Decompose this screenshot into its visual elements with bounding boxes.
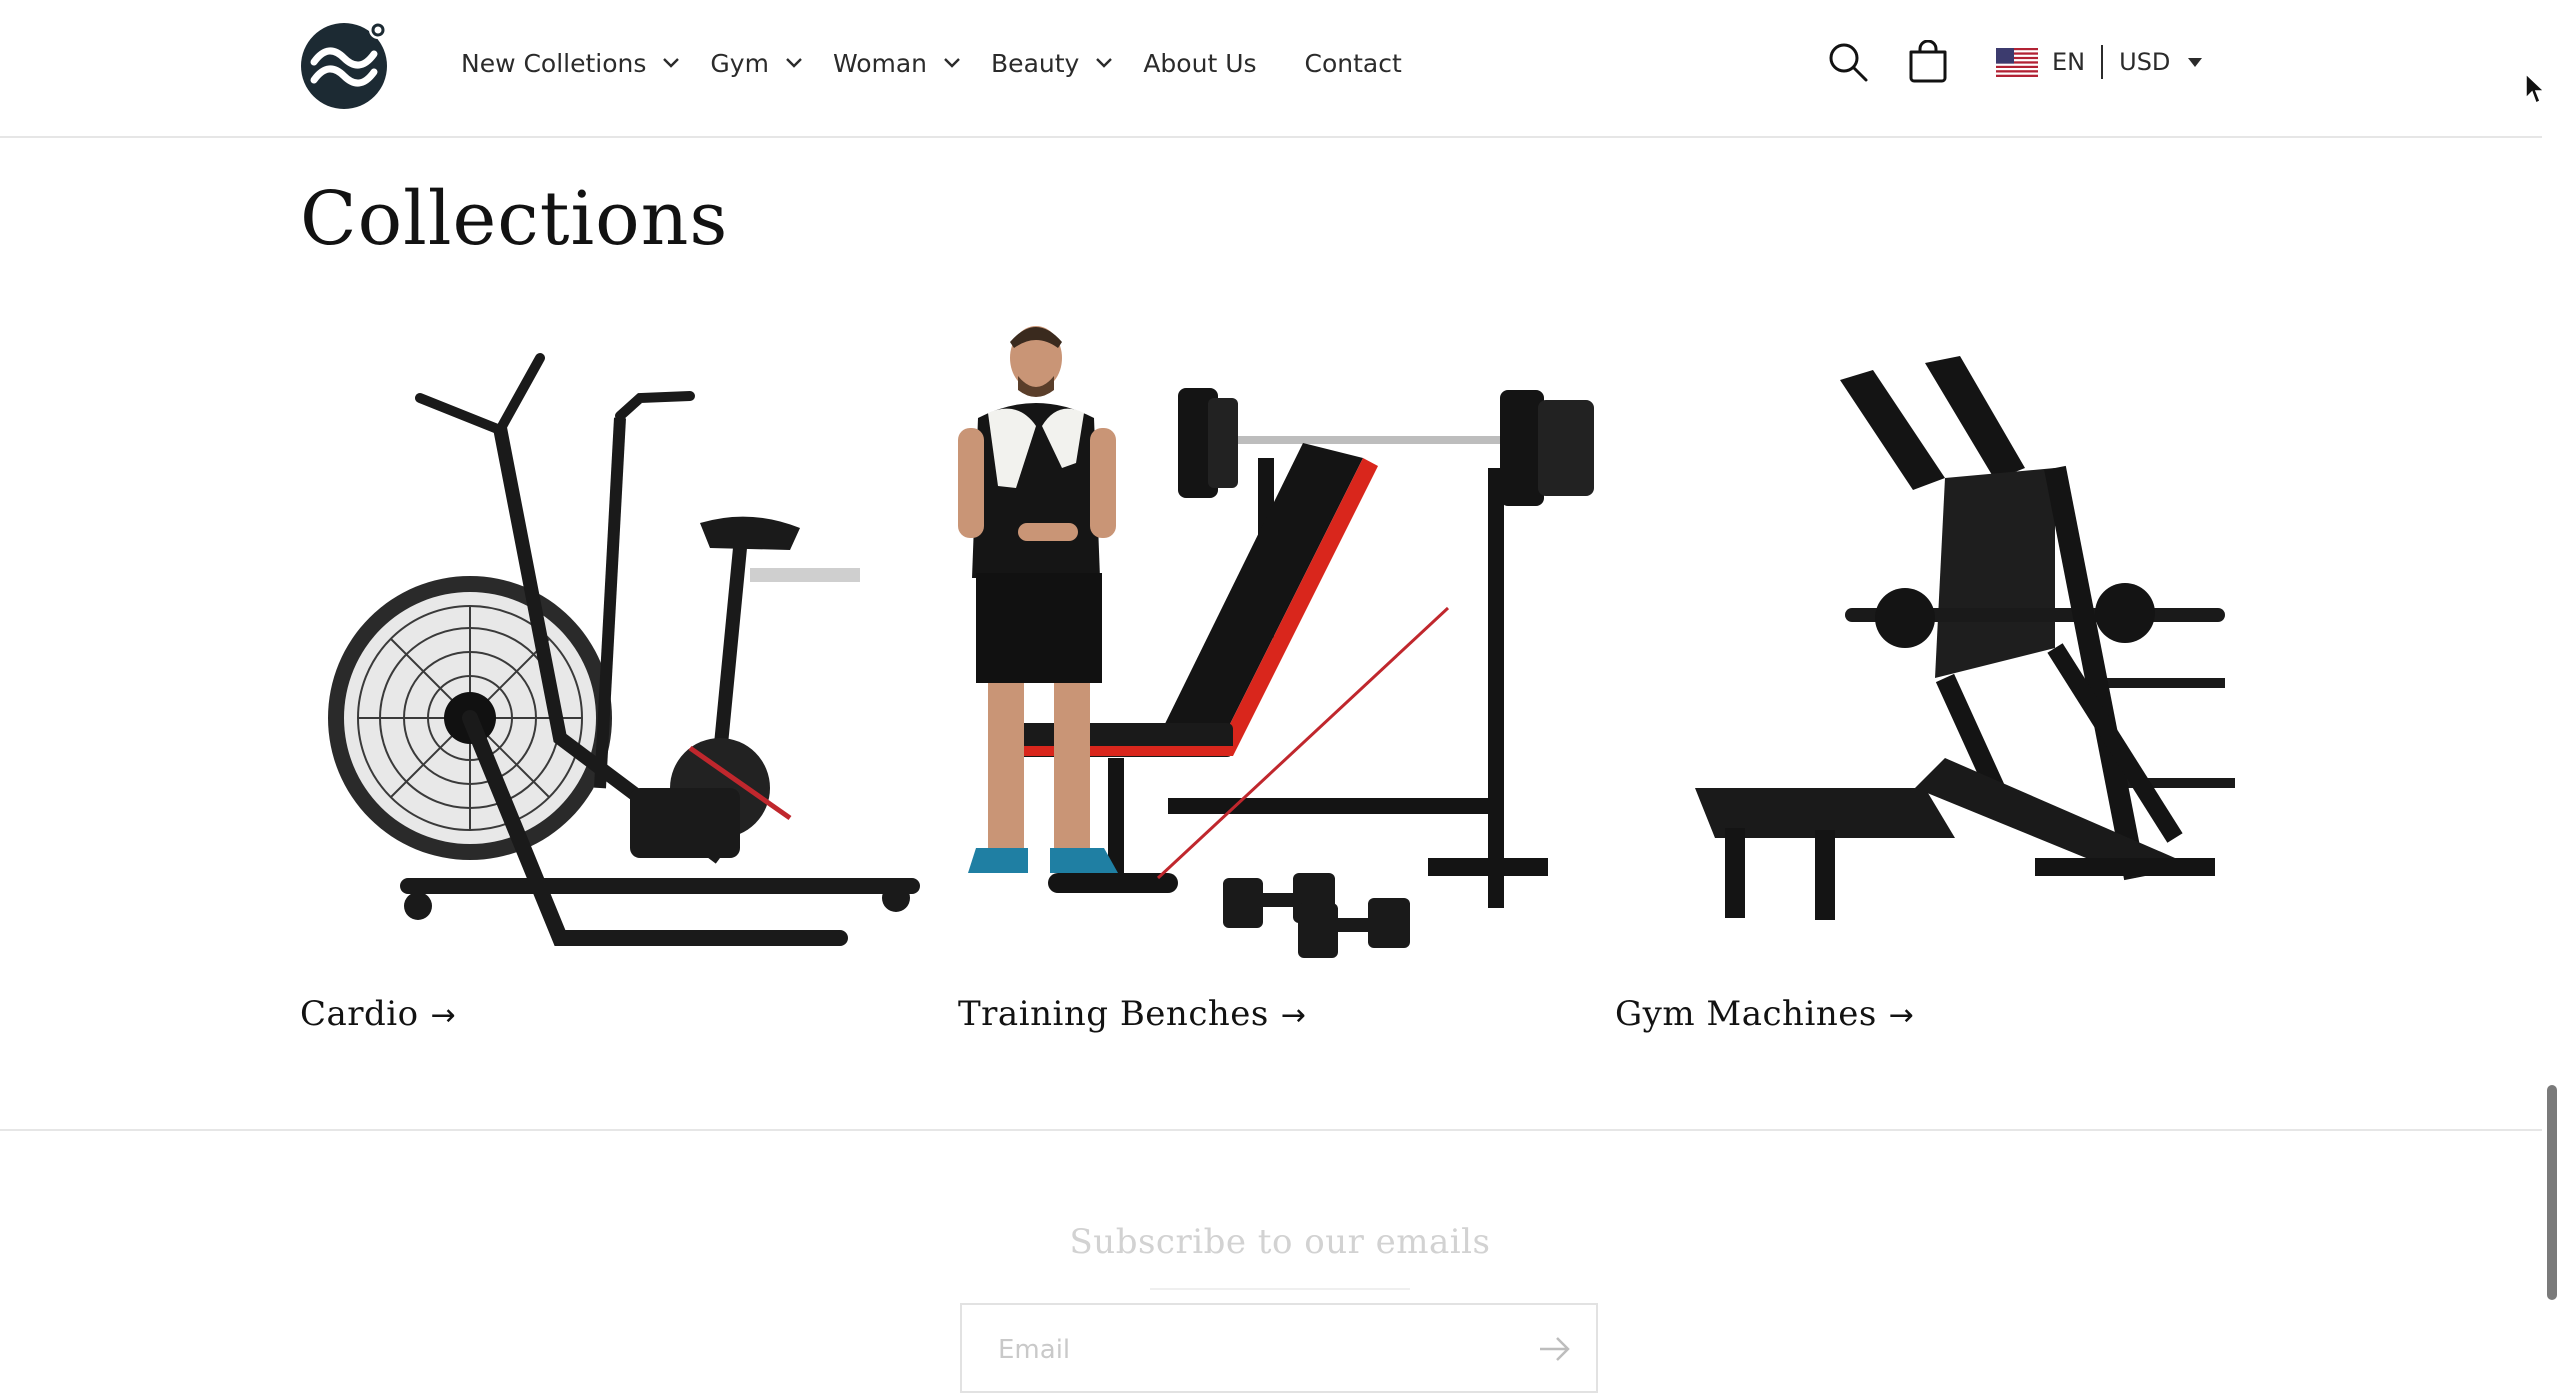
collection-label: Cardio xyxy=(300,994,419,1034)
nav-gym[interactable]: Gym xyxy=(710,49,803,78)
collection-link-cardio[interactable]: Cardio → xyxy=(300,994,456,1034)
collection-card-gym-machines[interactable]: Gym Machines → xyxy=(1615,318,2251,1034)
search-icon[interactable] xyxy=(1826,40,1870,84)
newsletter-form xyxy=(960,1303,1598,1393)
us-flag-icon xyxy=(1996,47,2038,77)
scrollbar-track[interactable] xyxy=(2542,0,2560,1372)
training-bench-image[interactable] xyxy=(958,318,1594,958)
collection-label: Training Benches xyxy=(958,994,1269,1034)
nav-contact[interactable]: Contact xyxy=(1305,49,1402,78)
arrow-right-icon: → xyxy=(430,998,457,1033)
newsletter-title: Subscribe to our emails xyxy=(1069,1222,1491,1262)
chevron-down-icon xyxy=(663,58,680,68)
locale-divider xyxy=(2101,45,2104,79)
collection-link-training-benches[interactable]: Training Benches → xyxy=(958,994,1306,1034)
site-header: New Colletions Gym Woman Beauty About Us… xyxy=(0,0,2560,138)
locale-selector[interactable]: EN USD xyxy=(1996,42,2203,82)
section-divider xyxy=(0,1129,2560,1131)
language-label: EN xyxy=(2052,48,2086,76)
collections-title: Collections xyxy=(300,176,729,262)
newsletter-title-underline xyxy=(1150,1288,1410,1290)
arrow-right-icon[interactable] xyxy=(1538,1335,1572,1363)
nav-woman[interactable]: Woman xyxy=(833,49,961,78)
caret-down-icon xyxy=(2188,57,2203,67)
main-nav: New Colletions Gym Woman Beauty About Us… xyxy=(461,0,1450,126)
arrow-right-icon: → xyxy=(1888,998,1915,1033)
nav-new-collections[interactable]: New Colletions xyxy=(461,49,680,78)
chevron-down-icon xyxy=(944,58,960,68)
collection-label: Gym Machines xyxy=(1615,994,1877,1034)
collection-card-cardio[interactable]: Cardio → xyxy=(300,318,936,1034)
arrow-right-icon: → xyxy=(1280,998,1307,1033)
air-bike-image[interactable] xyxy=(300,318,936,958)
cart-icon[interactable] xyxy=(1906,40,1950,84)
scrollbar-thumb[interactable] xyxy=(2547,1085,2557,1300)
collection-link-gym-machines[interactable]: Gym Machines → xyxy=(1615,994,1914,1034)
nav-label: Woman xyxy=(832,48,928,78)
currency-label: USD xyxy=(2119,48,2171,76)
chevron-down-icon xyxy=(786,58,802,68)
nav-label: Gym xyxy=(710,48,769,78)
hack-squat-machine-image[interactable] xyxy=(1615,318,2251,958)
brand-logo[interactable] xyxy=(300,18,392,110)
nav-label: New Colletions xyxy=(461,48,647,78)
nav-beauty[interactable]: Beauty xyxy=(991,49,1113,78)
chevron-down-icon xyxy=(1096,58,1113,68)
nav-label: Beauty xyxy=(991,48,1080,78)
nav-about-us[interactable]: About Us xyxy=(1143,49,1256,78)
collection-card-training-benches[interactable]: Training Benches → xyxy=(958,318,1594,1034)
email-input[interactable] xyxy=(996,1325,1480,1375)
